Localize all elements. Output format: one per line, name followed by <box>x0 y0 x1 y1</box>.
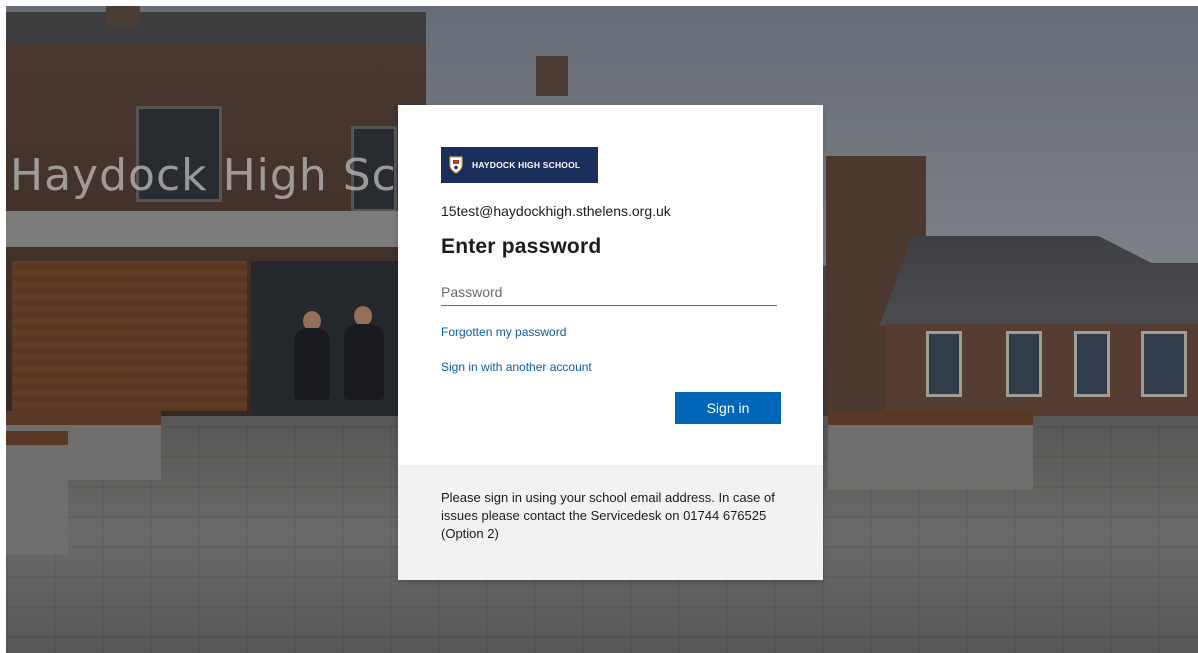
signin-footer: Please sign in using your school email a… <box>398 465 823 580</box>
signin-card: HAYDOCK HIGH SCHOOL 15test@haydockhigh.s… <box>398 105 823 580</box>
forgot-password-link[interactable]: Forgotten my password <box>441 325 566 339</box>
school-logo-text: HAYDOCK HIGH SCHOOL <box>472 160 581 170</box>
sign-in-button[interactable]: Sign in <box>675 392 781 424</box>
school-logo: HAYDOCK HIGH SCHOOL <box>441 147 598 183</box>
signin-help-text: Please sign in using your school email a… <box>441 490 775 541</box>
password-field[interactable] <box>441 279 777 306</box>
sign-in-another-account-link[interactable]: Sign in with another account <box>441 360 592 374</box>
page-title: Enter password <box>441 235 602 258</box>
signin-card-body: HAYDOCK HIGH SCHOOL 15test@haydockhigh.s… <box>398 105 823 465</box>
account-identity: 15test@haydockhigh.sthelens.org.uk <box>441 203 671 219</box>
school-crest-icon <box>449 156 463 174</box>
